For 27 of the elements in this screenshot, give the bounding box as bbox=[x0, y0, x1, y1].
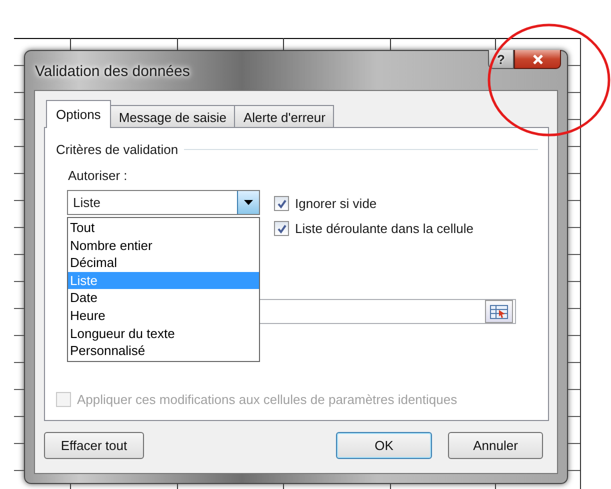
tab[interactable]: Options bbox=[46, 100, 111, 128]
dropdown-option[interactable]: Tout bbox=[68, 219, 259, 237]
dialog-button[interactable]: Effacer tout bbox=[44, 432, 144, 459]
dropdown-option[interactable]: Heure bbox=[68, 306, 259, 325]
dropdown-option[interactable]: Personnalisé bbox=[68, 342, 259, 360]
range-select-icon[interactable] bbox=[485, 300, 513, 323]
dropdown-option[interactable]: Décimal bbox=[68, 254, 259, 272]
field-label: Autoriser : bbox=[68, 168, 128, 183]
close-button[interactable] bbox=[514, 50, 561, 69]
dialog-button[interactable]: OK bbox=[336, 432, 432, 459]
close-icon bbox=[532, 54, 544, 64]
dropdown-option[interactable]: Date bbox=[68, 289, 259, 307]
window-title: Validation des données bbox=[35, 63, 190, 80]
checkbox-label: Ignorer si vide bbox=[295, 196, 377, 211]
tab[interactable]: Alerte d'erreur bbox=[234, 105, 334, 128]
dialog-button[interactable]: Annuler bbox=[448, 432, 543, 459]
dropdown[interactable]: Liste bbox=[67, 190, 260, 215]
tab[interactable]: Message de saisie bbox=[110, 105, 236, 128]
checkbox-label: Liste déroulante dans la cellule bbox=[295, 221, 474, 236]
dropdown-value: Liste bbox=[73, 195, 100, 210]
checkbox[interactable] bbox=[274, 221, 289, 236]
dropdown-option[interactable]: Nombre entier bbox=[68, 236, 259, 254]
caret-icon[interactable] bbox=[237, 191, 259, 214]
section-title: Critères de validation bbox=[56, 142, 178, 157]
checkbox-label: Appliquer ces modifications aux cellules de paramètres identiques bbox=[77, 392, 458, 407]
checkbox[interactable] bbox=[274, 196, 289, 211]
dropdown-option[interactable]: Longueur du texte bbox=[68, 324, 259, 342]
